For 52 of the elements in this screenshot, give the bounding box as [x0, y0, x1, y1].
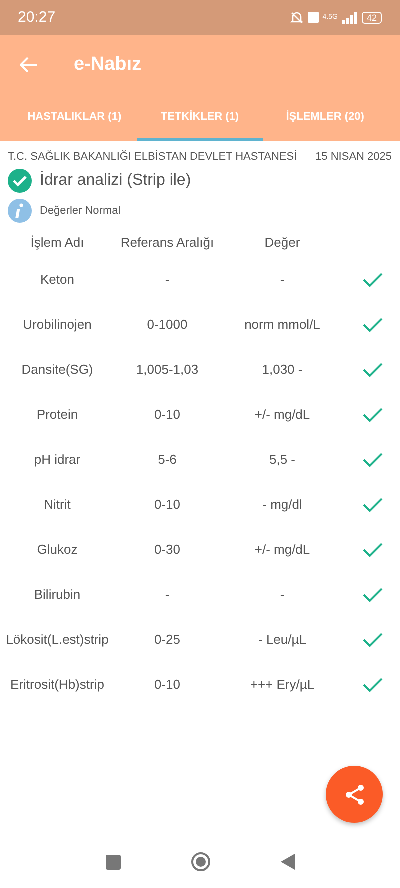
table-cell-text: Protein [36, 407, 80, 422]
tab[interactable]: HASTALIKLAR (1) [12, 95, 138, 141]
tab[interactable]: İŞLEMLER (20) [262, 95, 388, 141]
table-cell-text: - [164, 587, 171, 602]
table-cell-text: - Leu/µL [258, 632, 308, 647]
volte-icon [308, 12, 319, 23]
tab[interactable]: TETKİKLER (1) [137, 95, 263, 141]
table-cell-text: 5-6 [157, 452, 178, 467]
hospital-name: T.C. SAĞLIK BAKANLIĞI ELBİSTAN DEVLET HASTANESİ [8, 151, 298, 163]
battery-level: 42 [362, 12, 382, 24]
table-cell-text: 0-10 [153, 497, 182, 512]
table-cell-text: Urobilinojen [22, 317, 93, 332]
table-cell-text: 0-10 [153, 677, 182, 692]
table-cell-text: Bilirubin [33, 587, 82, 602]
table-cell-text: Eritrosit(Hb)strip [10, 677, 106, 692]
table-cell-text: norm mmol/L [244, 317, 322, 332]
home-icon[interactable] [190, 852, 210, 872]
app-title: e-Nabız [74, 54, 142, 76]
signal-icon [342, 12, 358, 24]
table-cell-text: Nitrit [43, 497, 72, 512]
table-cell-text: +/- mg/dL [254, 407, 312, 422]
table-cell-text: 1,005-1,03 [135, 362, 200, 377]
table-cell-text: 1,030 - [261, 362, 304, 377]
table-cell-text: - [164, 272, 171, 287]
bell-muted-icon [290, 10, 304, 24]
status-time: 20:27 [18, 9, 57, 26]
table-cell-text: +/- mg/dL [254, 542, 312, 557]
share-button[interactable] [326, 766, 383, 823]
record-date: 15 NISAN 2025 [316, 151, 392, 163]
back-nav-icon[interactable] [280, 854, 294, 870]
result-note: Değerler Normal [40, 205, 121, 217]
table-cell-text: 5,5 - [268, 452, 296, 467]
column-header: Değer [264, 234, 302, 250]
table-cell-text: pH idrar [33, 452, 82, 467]
column-header: İşlem Adı [30, 234, 86, 250]
table-cell-text: Lökosit(L.est)strip [5, 632, 110, 647]
column-header: Referans Aralığı [120, 234, 216, 250]
table-cell-text: +++ Ery/µL [249, 677, 316, 692]
table-cell-text: - [279, 272, 286, 287]
table-cell-text: - [279, 587, 286, 602]
table-cell-text: 0-10 [153, 407, 182, 422]
recents-icon[interactable] [106, 854, 120, 870]
table-cell-text: 0-1000 [146, 317, 189, 332]
info-icon [8, 199, 32, 223]
check-circle-icon [8, 169, 32, 193]
table-cell-text: Keton [40, 272, 76, 287]
table-cell-text: 0-25 [153, 632, 182, 647]
table-cell-text: - mg/dl [262, 497, 304, 512]
table-cell-text: Glukoz [36, 542, 79, 557]
table-cell-text: 0-30 [153, 542, 182, 557]
table-cell-text: Dansite(SG) [20, 362, 94, 377]
test-name: İdrar analizi (Strip ile) [40, 172, 192, 190]
